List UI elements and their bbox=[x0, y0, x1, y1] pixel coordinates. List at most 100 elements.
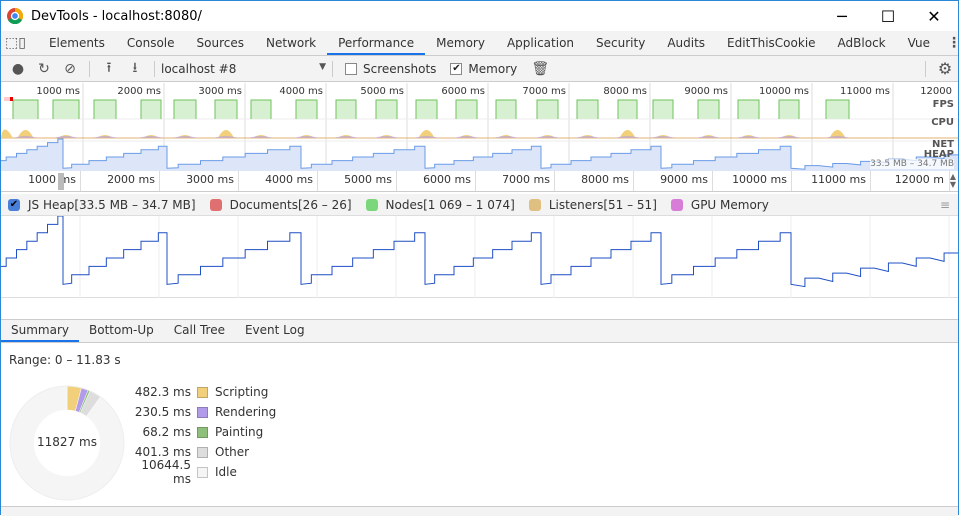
save-profile-icon[interactable]: ⭳ bbox=[122, 57, 148, 81]
recording-select-value: localhost #8 bbox=[161, 61, 237, 76]
fps-bar bbox=[576, 99, 599, 119]
tab-audits[interactable]: Audits bbox=[656, 31, 716, 55]
fps-bar bbox=[455, 99, 478, 119]
title-bar: DevTools - localhost:8080/ ─ ☐ ✕ bbox=[1, 1, 958, 31]
summary-legend-row: 482.3 ms Scripting bbox=[121, 382, 321, 402]
ruler-tick-label: 5000 ms bbox=[344, 173, 392, 186]
tab-vue[interactable]: Vue bbox=[897, 31, 941, 55]
close-button[interactable]: ✕ bbox=[911, 1, 957, 31]
overview-tick-label: 11000 ms bbox=[840, 86, 890, 97]
load-profile-icon[interactable]: ⭱ bbox=[96, 57, 122, 81]
performance-toolbar: ● ↻ ⊘ ⭱ ⭳ localhost #8 ▼ Screenshots ✔ Mem… bbox=[1, 56, 958, 82]
clear-icon[interactable]: ⊘ bbox=[57, 61, 83, 77]
fps-bar bbox=[140, 99, 162, 119]
category-time: 230.5 ms bbox=[134, 405, 191, 419]
selection-handle[interactable] bbox=[58, 173, 64, 190]
ruler-tick-label: 4000 ms bbox=[265, 173, 313, 186]
fps-bar bbox=[536, 99, 559, 119]
checkbox-icon[interactable] bbox=[209, 198, 222, 211]
counter-toggle[interactable]: ✔ JS Heap[33.5 MB – 34.7 MB] bbox=[8, 198, 196, 212]
divider bbox=[154, 60, 155, 77]
category-time: 68.2 ms bbox=[142, 425, 191, 439]
timeline-overview[interactable]: 1000 ms 2000 ms 3000 ms 4000 ms 5000 ms 6000 … bbox=[1, 83, 958, 171]
tab-security[interactable]: Security bbox=[585, 31, 656, 55]
counter-label: GPU Memory bbox=[690, 197, 769, 212]
tab-network[interactable]: Network bbox=[255, 31, 327, 55]
counter-label: Listeners[51 – 51] bbox=[548, 197, 657, 212]
divider bbox=[89, 60, 90, 77]
category-label: Idle bbox=[215, 465, 237, 479]
tab-console[interactable]: Console bbox=[116, 31, 186, 55]
checkbox-icon[interactable] bbox=[345, 63, 357, 75]
fps-bar bbox=[415, 99, 438, 119]
ruler-tick-label: 6000 ms bbox=[423, 173, 471, 186]
overview-tick-label: 12000 bbox=[920, 86, 952, 97]
tab-event-log[interactable]: Event Log bbox=[235, 320, 315, 342]
recording-select[interactable]: localhost #8 ▼ bbox=[161, 62, 326, 76]
tab-summary[interactable]: Summary bbox=[1, 320, 79, 342]
category-label: Scripting bbox=[215, 385, 269, 399]
fps-bar bbox=[250, 99, 272, 119]
device-toolbar-icon[interactable]: ▯ bbox=[18, 31, 26, 55]
category-label: Other bbox=[215, 445, 250, 459]
ruler-tick-label: 9000 ms bbox=[660, 173, 708, 186]
tab-application[interactable]: Application bbox=[496, 31, 585, 55]
summary-panel: Range: 0 – 11.83 s 11827 ms 482.3 ms Scri… bbox=[1, 344, 958, 506]
checkbox-icon[interactable] bbox=[365, 198, 378, 211]
ruler-grid-line bbox=[80, 171, 81, 191]
tab-elements[interactable]: Elements bbox=[38, 31, 116, 55]
more-menu-icon[interactable]: ⋮ bbox=[947, 31, 959, 55]
overview-tick-label: 1000 ms bbox=[36, 86, 80, 97]
minimize-button[interactable]: ─ bbox=[819, 1, 865, 31]
tab-sources[interactable]: Sources bbox=[186, 31, 255, 55]
counter-toggle[interactable]: Nodes[1 069 – 1 074] bbox=[365, 197, 515, 212]
heap-range: 33.5 MB – 34.7 MB bbox=[870, 159, 954, 169]
category-swatch bbox=[197, 426, 208, 438]
settings-gear-icon[interactable]: ⚙ bbox=[932, 59, 958, 78]
scroll-arrows-icon[interactable]: ▲ ▼ bbox=[950, 173, 956, 189]
checkbox-checked-icon[interactable]: ✔ bbox=[450, 63, 463, 75]
ruler-tick-label: 3000 ms bbox=[186, 173, 234, 186]
total-time: 11827 ms bbox=[37, 435, 97, 449]
tab-call-tree[interactable]: Call Tree bbox=[164, 320, 235, 342]
collect-garbage-icon[interactable]: 🗑 bbox=[527, 61, 553, 77]
range-text: Range: 0 – 11.83 s bbox=[9, 353, 121, 367]
tab-performance[interactable]: Performance bbox=[327, 31, 426, 55]
ruler-tick-label: 12000 m bbox=[894, 173, 944, 186]
ruler-grid-line bbox=[475, 171, 476, 191]
maximize-button[interactable]: ☐ bbox=[865, 1, 911, 31]
overview-tick-label: 7000 ms bbox=[522, 86, 566, 97]
category-swatch bbox=[197, 446, 208, 458]
divider bbox=[332, 60, 333, 77]
ruler-tick-label: 2000 ms bbox=[107, 173, 155, 186]
counter-toggle[interactable]: GPU Memory bbox=[670, 197, 769, 212]
category-label: Painting bbox=[215, 425, 264, 439]
tab-adblock[interactable]: AdBlock bbox=[827, 31, 897, 55]
reload-record-icon[interactable]: ↻ bbox=[31, 61, 57, 77]
tab-memory[interactable]: Memory bbox=[425, 31, 496, 55]
checkbox-icon[interactable] bbox=[528, 198, 541, 211]
overview-tick-label: 9000 ms bbox=[684, 86, 728, 97]
checkbox-icon[interactable] bbox=[670, 198, 683, 211]
ruler-grid-line bbox=[633, 171, 634, 191]
checkbox-checked-icon[interactable]: ✔ bbox=[8, 198, 20, 211]
fps-bar bbox=[375, 99, 398, 119]
counter-label: Nodes[1 069 – 1 074] bbox=[385, 197, 515, 212]
inspect-element-icon[interactable]: ⬚ bbox=[5, 31, 18, 55]
js-heap-graph[interactable] bbox=[1, 215, 958, 298]
memory-checkbox[interactable]: ✔ Memory bbox=[450, 62, 517, 76]
ruler-grid-line bbox=[870, 171, 871, 191]
tab-bottom-up[interactable]: Bottom-Up bbox=[79, 320, 164, 342]
fps-bar bbox=[495, 99, 517, 119]
ruler-tick-label: 10000 ms bbox=[732, 173, 787, 186]
counter-toggle[interactable]: Listeners[51 – 51] bbox=[528, 197, 657, 212]
category-time: 482.3 ms bbox=[134, 385, 191, 399]
screenshots-checkbox[interactable]: Screenshots bbox=[345, 62, 436, 76]
tab-editthiscookie[interactable]: EditThisCookie bbox=[716, 31, 827, 55]
record-icon[interactable]: ● bbox=[5, 61, 31, 77]
timeline-ruler: 1000 ms 2000 ms 3000 ms 4000 ms 5000 ms 6000 … bbox=[1, 171, 958, 192]
ruler-tick-label: 8000 ms bbox=[581, 173, 629, 186]
fps-bar bbox=[12, 99, 39, 119]
menu-icon[interactable]: ≡ bbox=[940, 198, 950, 212]
counter-toggle[interactable]: Documents[26 – 26] bbox=[209, 198, 352, 212]
